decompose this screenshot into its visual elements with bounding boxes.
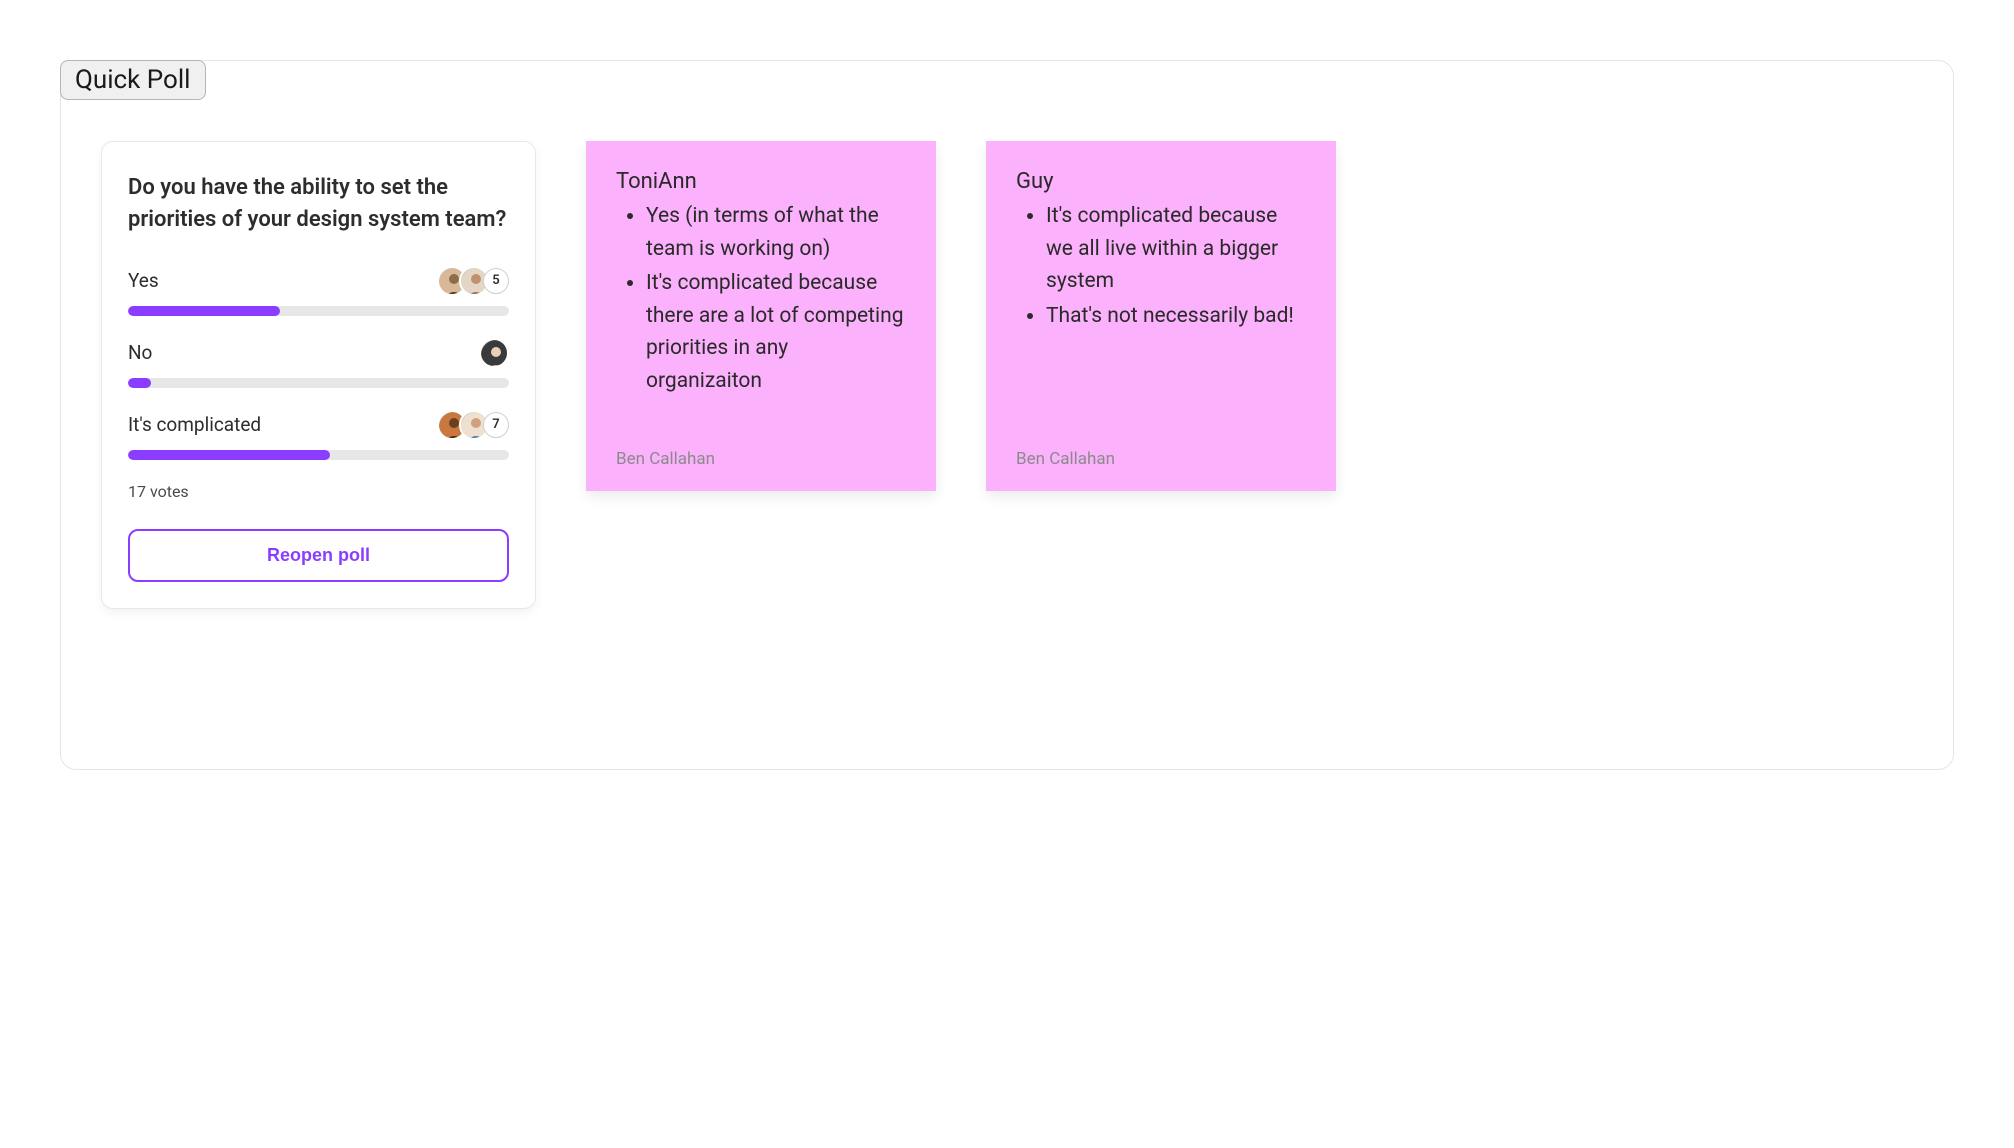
sticky-bullet: It's complicated because we all live wit… [1046,200,1306,298]
sticky-list: It's complicated because we all live wit… [1016,200,1306,429]
sticky-note[interactable]: Guy It's complicated because we all live… [986,141,1336,491]
sticky-bullet: That's not necessarily bad! [1046,300,1306,333]
vote-total: 17 votes [128,482,509,501]
sticky-title: ToniAnn [616,169,906,194]
option-label: No [128,341,152,364]
option-count-badge: 5 [483,268,509,294]
sticky-author: Ben Callahan [616,449,906,469]
avatar [479,338,509,368]
option-bar-fill [128,450,330,460]
sticky-note[interactable]: ToniAnn Yes (in terms of what the team i… [586,141,936,491]
option-bar-fill [128,306,280,316]
option-count-badge: 7 [483,412,509,438]
option-bar [128,450,509,460]
sticky-title: Guy [1016,169,1306,194]
canvas-frame: Quick Poll Do you have the ability to se… [60,60,1954,770]
sticky-bullet: Yes (in terms of what the team is workin… [646,200,906,265]
sticky-bullet: It's complicated because there are a lot… [646,267,906,397]
option-bar [128,306,509,316]
poll-card: Do you have the ability to set the prior… [101,141,536,609]
poll-question: Do you have the ability to set the prior… [128,172,509,236]
sticky-list: Yes (in terms of what the team is workin… [616,200,906,429]
option-bar-fill [128,378,151,388]
option-avatars: 7 [437,410,509,440]
option-bar [128,378,509,388]
poll-option[interactable]: Yes 5 [128,266,509,316]
option-avatars [479,338,509,368]
canvas-label[interactable]: Quick Poll [60,60,206,100]
poll-option[interactable]: It's complicated 7 [128,410,509,460]
option-avatars: 5 [437,266,509,296]
poll-option[interactable]: No [128,338,509,388]
reopen-poll-button[interactable]: Reopen poll [128,529,509,582]
option-label: Yes [128,269,159,292]
sticky-author: Ben Callahan [1016,449,1306,469]
option-label: It's complicated [128,413,261,436]
content-row: Do you have the ability to set the prior… [101,141,1913,609]
